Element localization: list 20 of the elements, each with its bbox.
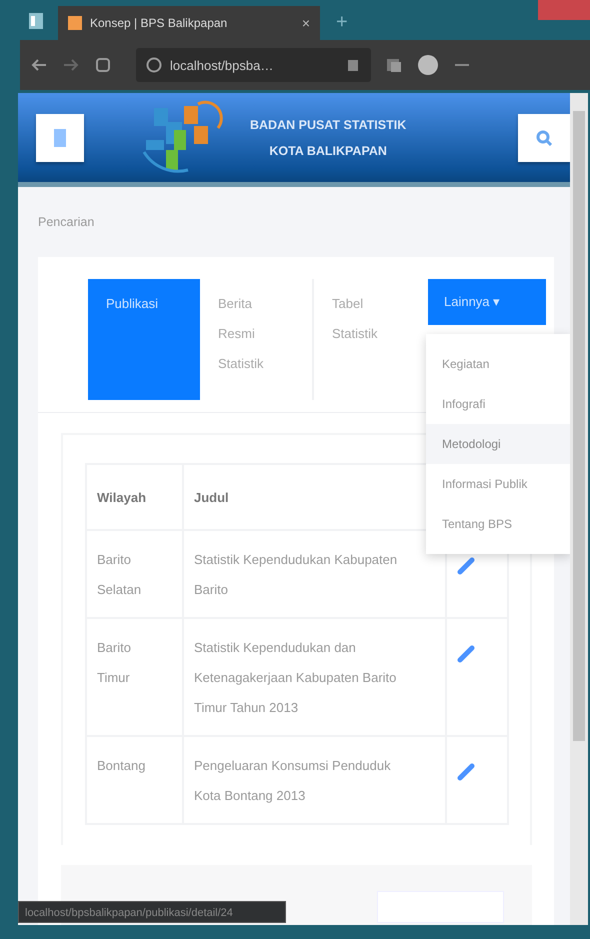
tab-close-button[interactable]: ×	[302, 15, 310, 31]
table-cell: Barito Selatan	[86, 530, 183, 618]
table-cell: Barito Timur	[86, 618, 183, 736]
address-bar[interactable]: localhost/bpsba…	[136, 48, 371, 82]
table-cell: Statistik Kependudukan dan Ketenagakerjaan Kabupaten Barito Timur Tahun 2013	[183, 618, 446, 736]
column-header: Wilayah	[86, 464, 183, 530]
menu-item[interactable]: Kegiatan	[426, 344, 570, 384]
status-url: localhost/bpsbalikpapan/publikasi/detail/24	[18, 901, 286, 923]
city-name: KOTA BALIKPAPAN	[268, 142, 388, 160]
browser-tab[interactable]: Konsep | BPS Balikpapan ×	[58, 6, 320, 40]
nav-tab[interactable]: Publikasi	[88, 279, 200, 400]
menu-item[interactable]: Informasi Publik	[426, 464, 570, 504]
breadcrumb[interactable]: Pencarian	[18, 187, 570, 257]
menu-item[interactable]: Metodologi	[426, 424, 570, 464]
agency-name: BADAN PUSAT STATISTIK	[250, 116, 406, 134]
table-cell: Pengeluaran Konsumsi Penduduk Kota Bontang 2013	[183, 736, 446, 824]
new-tab-button[interactable]: +	[336, 11, 348, 34]
table-cell: Bontang	[86, 736, 183, 824]
menu-item[interactable]: Infografi	[426, 384, 570, 424]
dropdown-toggle[interactable]: Lainnya ▾	[428, 279, 546, 325]
